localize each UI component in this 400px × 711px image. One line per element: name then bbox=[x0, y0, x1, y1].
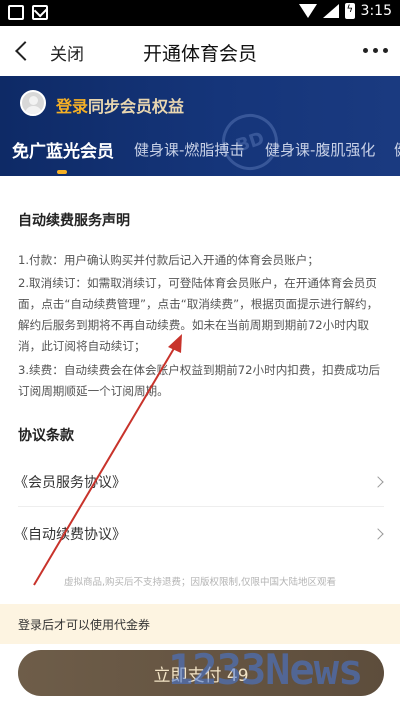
coupon-bar[interactable]: 登录后才可以使用代金券 bbox=[0, 604, 400, 644]
vip-header: BD 登录同步会员权益 免广蓝光会员 健身课-燃脂搏击 健身课-腹肌强化 健 bbox=[0, 76, 400, 176]
main-content: 自动续费服务声明 1.付款：用户确认购买并付款后记入开通的体育会员账户； 2.取… bbox=[0, 176, 400, 606]
status-time: 3:15 bbox=[360, 3, 392, 19]
notification-icons bbox=[8, 5, 48, 20]
more-dot bbox=[363, 48, 368, 53]
signal-icon bbox=[322, 4, 339, 18]
divider bbox=[18, 506, 384, 507]
agreement-link-label: 《自动续费协议》 bbox=[14, 527, 126, 543]
tab-fitness-boxing[interactable]: 健身课-燃脂搏击 bbox=[134, 135, 244, 160]
more-dot bbox=[383, 48, 388, 53]
auto-renew-paragraph: 1.付款：用户确认购买并付款后记入开通的体育会员账户； bbox=[18, 253, 319, 267]
auto-renew-paragraph: 3.续费：自动续费会在体会账户权益到期前72小时内扣费，扣费成功后订阅周期顺延一… bbox=[18, 363, 381, 398]
photo-icon bbox=[8, 5, 24, 20]
login-prompt[interactable]: 登录同步会员权益 bbox=[56, 93, 184, 117]
brand-watermark: 1233News bbox=[168, 645, 363, 694]
tab-fitness-more[interactable]: 健 bbox=[394, 135, 400, 160]
refund-region-notice: 虚拟商品,购买后不支持退费；因版权限制,仅限中国大陆地区观看 bbox=[63, 577, 337, 588]
chevron-right-icon bbox=[372, 476, 384, 488]
login-prompt-text: 同步会员权益 bbox=[88, 97, 185, 116]
auto-renew-paragraph: 2.取消续订：如需取消续订，可登陆体育会员账户，在开通体育会员页面，点击“自动续… bbox=[18, 276, 379, 353]
avatar[interactable] bbox=[20, 90, 46, 116]
login-link[interactable]: 登录 bbox=[56, 97, 88, 116]
tab-fitness-abs[interactable]: 健身课-腹肌强化 bbox=[265, 135, 375, 160]
nav-bar: 关闭 开通体育会员 bbox=[0, 26, 400, 76]
page-title: 开通体育会员 bbox=[142, 43, 257, 65]
agreement-title: 协议条款 bbox=[18, 428, 74, 444]
coupon-text: 登录后才可以使用代金券 bbox=[18, 618, 151, 632]
auto-renew-title: 自动续费服务声明 bbox=[18, 213, 130, 229]
wifi-icon bbox=[298, 4, 317, 18]
status-bar: 3:15 bbox=[0, 0, 400, 26]
agreement-link-label: 《会员服务协议》 bbox=[14, 475, 126, 491]
more-dot bbox=[373, 48, 378, 53]
auto-renew-agreement-link[interactable]: 《自动续费协议》 bbox=[14, 514, 386, 554]
status-right: 3:15 bbox=[298, 3, 392, 19]
chevron-right-icon bbox=[372, 528, 384, 540]
battery-charging-icon bbox=[344, 3, 355, 19]
mail-icon bbox=[32, 5, 48, 20]
tab-ad-free-bluray[interactable]: 免广蓝光会员 bbox=[12, 135, 114, 162]
active-tab-indicator bbox=[57, 170, 67, 174]
more-dots-icon[interactable] bbox=[363, 48, 388, 53]
member-service-agreement-link[interactable]: 《会员服务协议》 bbox=[14, 462, 386, 502]
